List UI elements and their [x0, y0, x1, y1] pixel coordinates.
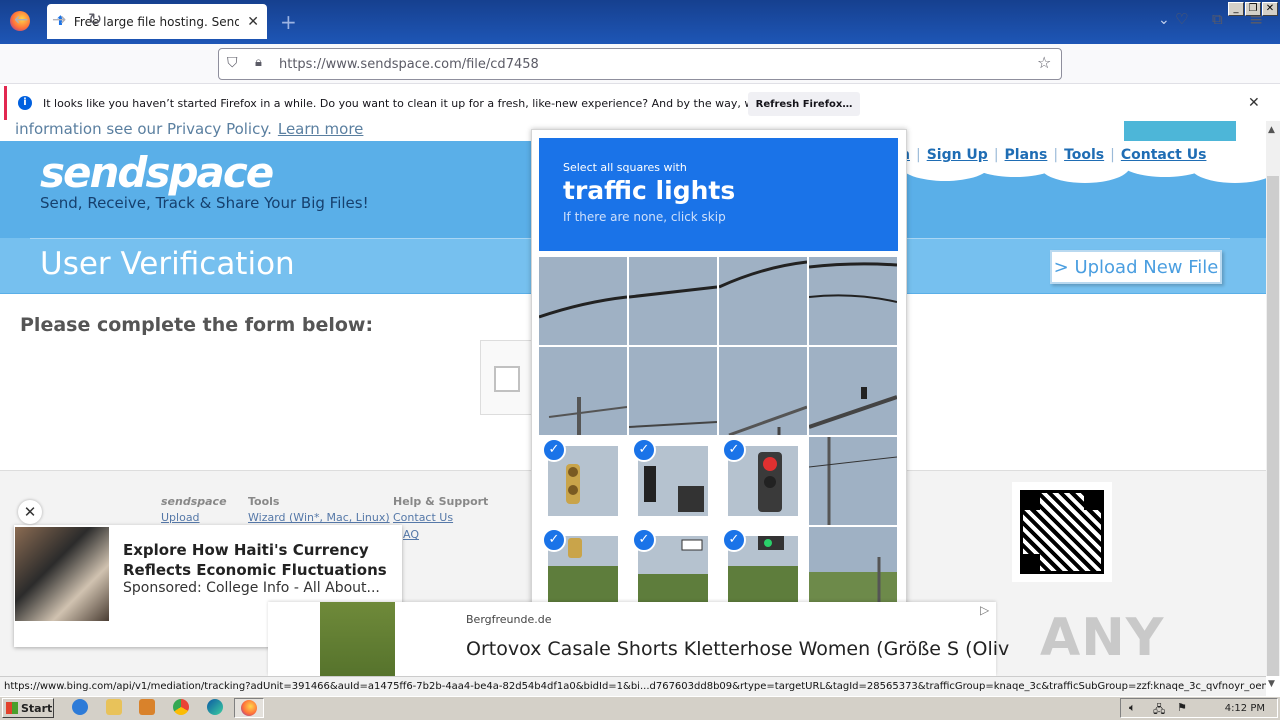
learn-more-link[interactable]: Learn more [278, 120, 364, 138]
captcha-instruction: Select all squares with [563, 161, 687, 174]
page-title: User Verification [40, 246, 295, 282]
tagline: Send, Receive, Track & Share Your Big Fi… [40, 194, 369, 212]
nav-separator: | [1110, 147, 1115, 163]
nav-link-plans[interactable]: Plans [1005, 147, 1048, 163]
ad-image[interactable] [15, 527, 109, 621]
footer-wizard-link[interactable]: Wizard (Win*, Mac, Linux) [248, 511, 390, 524]
captcha-tile[interactable] [539, 347, 627, 435]
form-prompt: Please complete the form below: [20, 314, 374, 336]
captcha-checkbox-widget[interactable] [480, 340, 536, 415]
upload-new-file-button[interactable]: > Upload New File [1050, 250, 1222, 284]
captcha-tile[interactable] [539, 257, 627, 345]
captcha-target: traffic lights [563, 176, 736, 205]
taskbar [0, 696, 1280, 720]
taskbar-firefox-active[interactable] [234, 698, 264, 718]
edge-icon[interactable] [207, 699, 223, 715]
captcha-skip-hint: If there are none, click skip [563, 210, 726, 224]
clock: 4:12 PM [1224, 702, 1265, 714]
footer-tools-heading: Tools [248, 495, 280, 508]
adchoices-icon[interactable]: ▷ [980, 603, 989, 617]
minimize-button[interactable]: _ [1228, 2, 1244, 16]
check-icon: ✓ [542, 438, 566, 462]
footer-contact-link[interactable]: Contact Us [393, 511, 453, 524]
menu-icon[interactable]: ≡ [1249, 10, 1263, 30]
check-icon: ✓ [722, 438, 746, 462]
captcha-tile[interactable] [809, 347, 897, 435]
refresh-firefox-button[interactable]: Refresh Firefox… [748, 92, 860, 116]
status-bar-url: https://www.bing.com/api/v1/mediation/tr… [0, 676, 1266, 696]
url-bar[interactable]: ⛉ 🔒︎ https://www.sendspace.com/file/cd74… [218, 48, 1062, 80]
volume-icon[interactable]: 🔈︎ [1129, 701, 1136, 715]
footer-sendspace-heading: sendspace [161, 495, 227, 508]
header-tab [1124, 121, 1236, 141]
tab-close-icon[interactable]: ✕ [247, 14, 259, 30]
extensions-icon[interactable]: ⧉ [1212, 10, 1223, 28]
nav-link-signup[interactable]: Sign Up [927, 147, 988, 163]
ad-title[interactable]: Explore How Haiti's Currency Reflects Ec… [123, 540, 393, 580]
reload-icon[interactable]: ↻ [88, 10, 102, 30]
scrollbar-thumb[interactable] [1267, 176, 1279, 676]
captcha-tile[interactable] [809, 437, 897, 525]
privacy-notice: information see our Privacy Policy. Learn… [15, 120, 363, 138]
system-tray: 🔈︎ 🖧 ⚑ 4:12 PM [1120, 698, 1278, 718]
footer-faq-link[interactable]: AQ [403, 528, 419, 541]
flag-icon[interactable]: ⚑ [1177, 701, 1187, 714]
folder-icon[interactable] [106, 699, 122, 715]
site-nav: n | Sign Up | Plans | Tools | Contact Us [900, 147, 1206, 163]
captcha-tile[interactable] [809, 527, 897, 602]
close-window-button[interactable]: ✕ [1262, 2, 1278, 16]
check-icon: ✓ [632, 528, 656, 552]
check-icon: ✓ [542, 528, 566, 552]
notification-close-icon[interactable]: ✕ [1248, 95, 1260, 111]
back-arrow-icon[interactable]: ← [14, 10, 28, 30]
ad-product-image[interactable] [320, 602, 395, 676]
footer-upload-link[interactable]: Upload [161, 511, 200, 524]
ad-product-title[interactable]: Ortovox Casale Shorts Kletterhose Women … [466, 638, 1009, 660]
nav-separator: | [1053, 147, 1059, 163]
forward-arrow-icon[interactable]: → [52, 10, 66, 30]
scroll-down-icon[interactable]: ▼ [1268, 679, 1275, 689]
captcha-tile[interactable] [719, 257, 807, 345]
nav-separator: | [915, 147, 921, 163]
lock-icon[interactable]: 🔒︎ [255, 55, 262, 70]
shield-icon[interactable]: ⛉ [227, 55, 238, 71]
footer-help-heading: Help & Support [393, 495, 489, 508]
nav-link-contact[interactable]: Contact Us [1121, 147, 1207, 163]
check-icon: ✓ [722, 528, 746, 552]
ad-sponsor[interactable]: Sponsored: College Info - All About... [123, 580, 380, 596]
captcha-tile[interactable] [629, 347, 717, 435]
ie-icon[interactable] [72, 699, 88, 715]
qr-code [1012, 482, 1112, 582]
media-player-icon[interactable] [139, 699, 155, 715]
captcha-tile[interactable] [809, 257, 897, 345]
url-text[interactable]: https://www.sendspace.com/file/cd7458 [279, 57, 539, 72]
start-button[interactable]: Start [2, 698, 54, 718]
nav-separator: | [993, 147, 999, 163]
chrome-icon[interactable] [173, 699, 189, 715]
network-icon[interactable]: 🖧 [1153, 701, 1165, 720]
captcha-tile[interactable] [629, 257, 717, 345]
new-tab-button[interactable]: + [280, 10, 297, 34]
ad-source[interactable]: Bergfreunde.de [466, 613, 552, 626]
pocket-icon[interactable]: ♡ [1175, 10, 1188, 28]
privacy-text: information see our Privacy Policy. [15, 120, 272, 138]
info-icon: i [18, 96, 32, 110]
check-icon: ✓ [632, 438, 656, 462]
notification-bar: It looks like you haven’t started Firefo… [4, 86, 1276, 120]
captcha-tile[interactable] [719, 347, 807, 435]
bookmark-star-icon[interactable]: ☆ [1037, 53, 1051, 72]
windows-logo-icon [6, 702, 18, 714]
start-label: Start [21, 701, 53, 715]
list-tabs-chevron-icon[interactable]: ⌄ [1158, 12, 1170, 28]
notification-text: It looks like you haven’t started Firefo… [43, 96, 828, 110]
sendspace-logo[interactable]: sendspace [40, 148, 274, 197]
captcha-checkbox[interactable] [494, 366, 520, 392]
ad-close-icon[interactable]: ✕ [18, 500, 42, 524]
tab-active[interactable]: ⬆ Free large file hosting. Send big fil … [47, 4, 267, 39]
nav-link-tools[interactable]: Tools [1064, 147, 1104, 163]
scroll-up-icon[interactable]: ▲ [1268, 125, 1275, 135]
firefox-icon [241, 700, 257, 716]
